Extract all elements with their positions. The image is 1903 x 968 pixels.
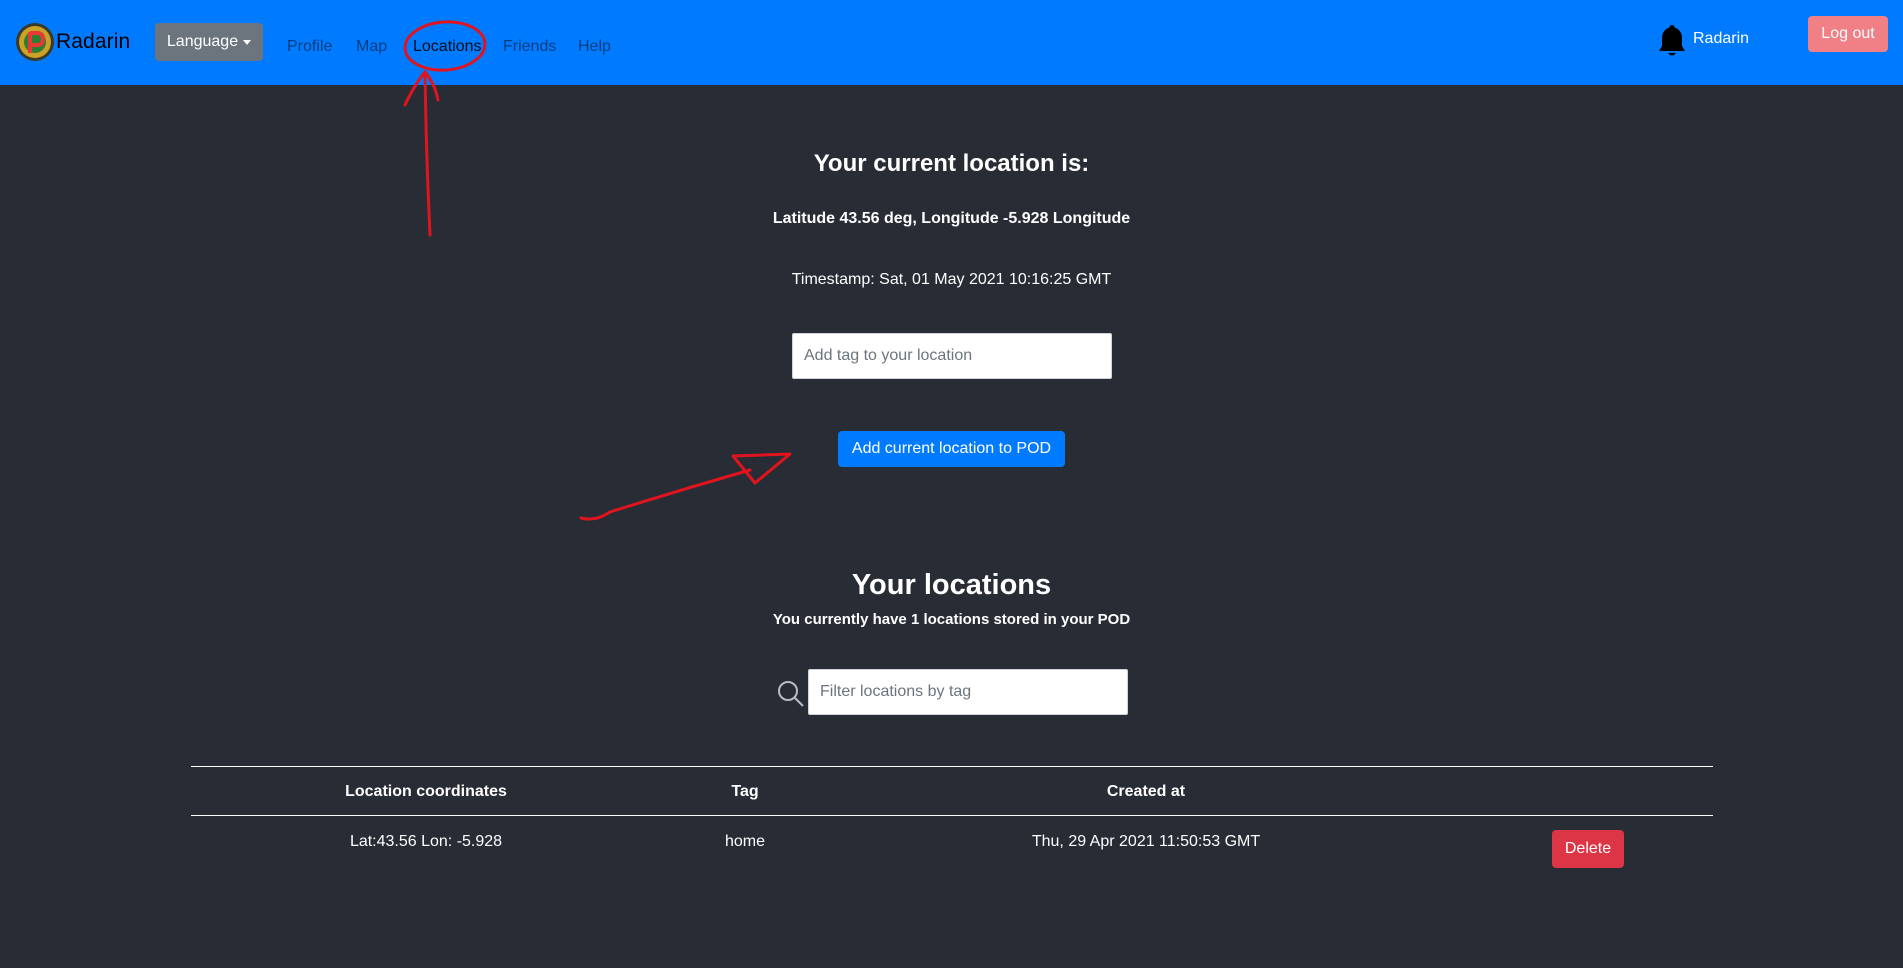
add-location-button[interactable]: Add current location to POD (838, 431, 1065, 467)
cell-created-at: Thu, 29 Apr 2021 11:50:53 GMT (1031, 833, 1261, 850)
nav-link-friends[interactable]: Friends (503, 37, 556, 57)
column-header-coordinates: Location coordinates (345, 783, 507, 800)
caret-down-icon (243, 40, 252, 45)
logout-button[interactable]: Log out (1808, 16, 1888, 52)
table-top-border (191, 766, 1713, 767)
annotation-arrow-right (579, 452, 792, 521)
brand-name: Radarin (56, 30, 131, 53)
current-coordinates: Latitude 43.56 deg, Longitude -5.928 Lon… (772, 210, 1131, 227)
nav-link-profile[interactable]: Profile (287, 37, 332, 57)
navbar: Radarin Language Profile Map Locations F… (0, 0, 1903, 85)
nav-link-locations[interactable]: Locations (413, 37, 482, 57)
nav-link-map[interactable]: Map (356, 37, 387, 57)
table-header-divider (191, 815, 1713, 816)
user-name[interactable]: Radarin (1693, 29, 1749, 49)
radarin-logo-icon (16, 23, 54, 61)
column-header-created-at: Created at (1106, 783, 1186, 800)
current-location-heading: Your current location is: (813, 150, 1090, 177)
cell-coordinates: Lat:43.56 Lon: -5.928 (349, 833, 503, 850)
red-annotation-overlay (403, 20, 792, 521)
cell-tag: home (724, 833, 766, 850)
delete-button[interactable]: Delete (1552, 830, 1624, 868)
current-timestamp: Timestamp: Sat, 01 May 2021 10:16:25 GMT (791, 271, 1112, 288)
filter-input[interactable] (808, 669, 1128, 715)
locations-count: You currently have 1 locations stored in… (772, 611, 1131, 628)
tag-input[interactable] (792, 333, 1112, 379)
bell-icon[interactable] (1658, 23, 1686, 59)
your-locations-heading: Your locations (851, 569, 1052, 601)
search-icon (778, 681, 804, 707)
nav-link-help[interactable]: Help (578, 37, 611, 57)
column-header-tag: Tag (731, 783, 759, 800)
brand-link[interactable]: Radarin (15, 22, 130, 62)
language-dropdown[interactable]: Language (155, 23, 263, 61)
language-label: Language (166, 33, 239, 50)
